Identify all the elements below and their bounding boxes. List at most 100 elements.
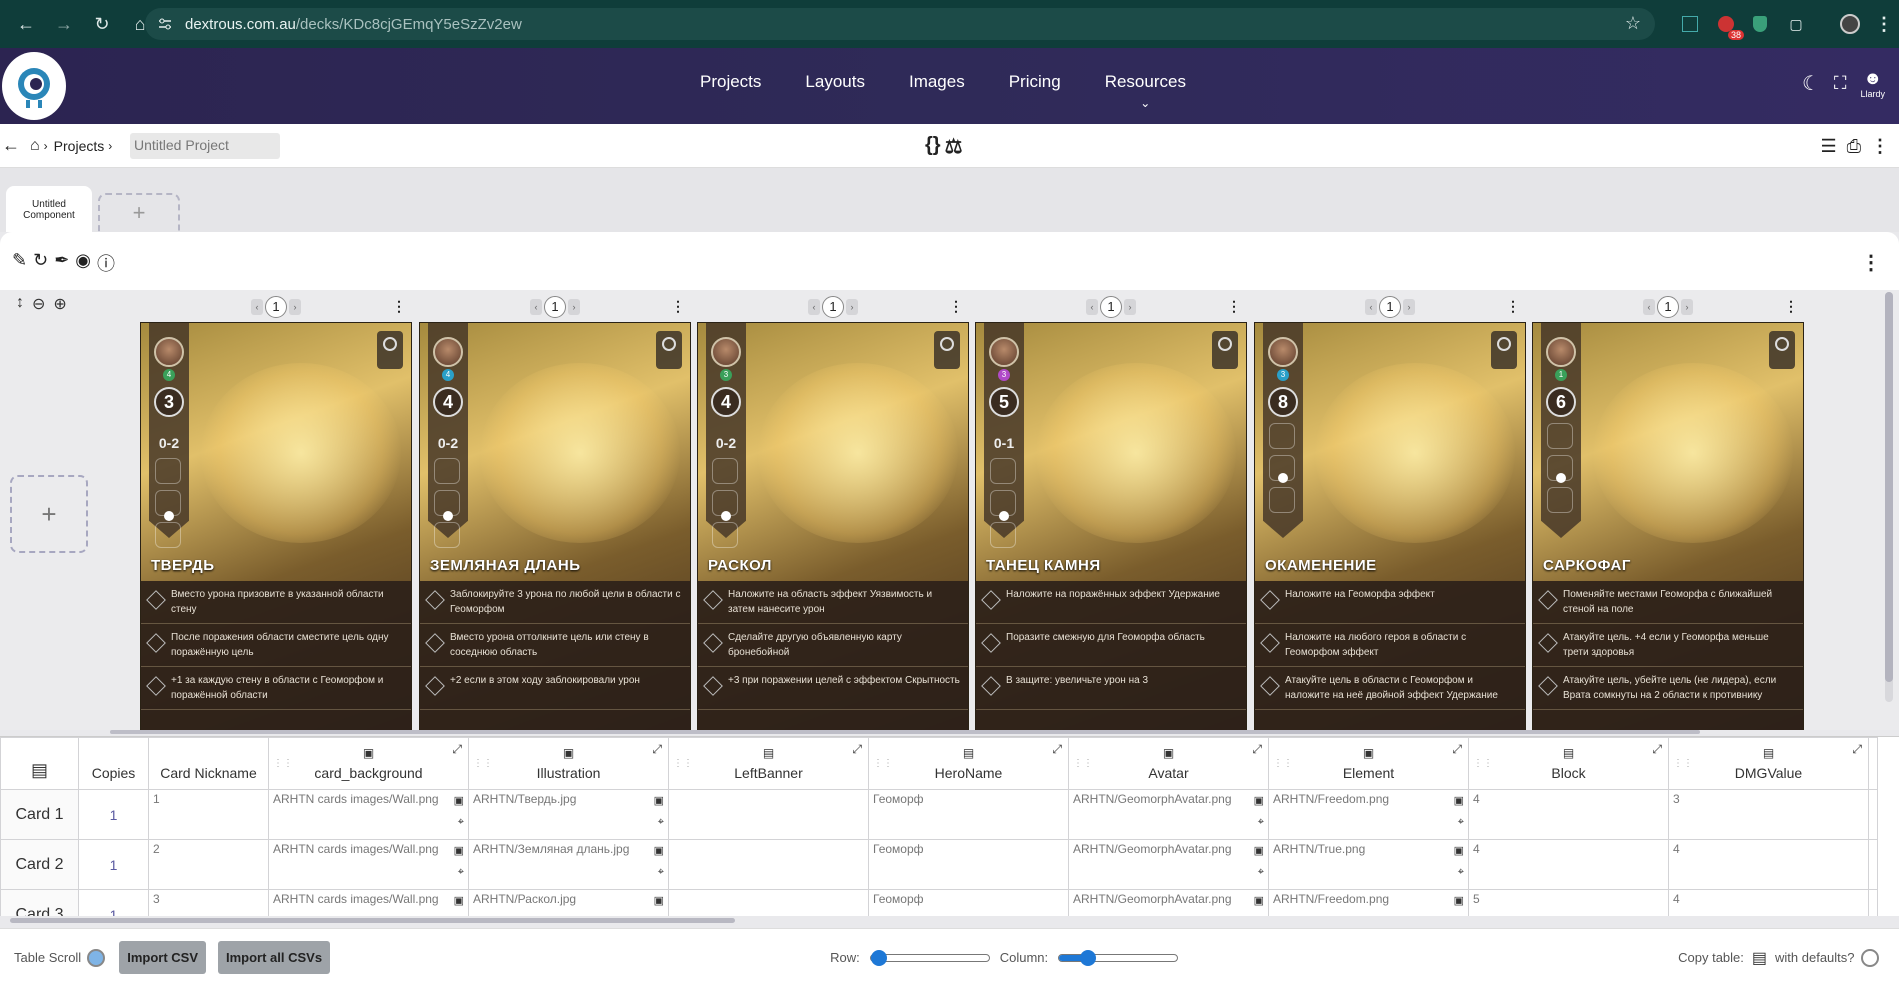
table-cell-avatar[interactable]: ARHTN/GeomorphAvatar.png▣⌖ xyxy=(1068,889,1269,916)
drag-grip-icon[interactable]: ⋮⋮ xyxy=(1673,758,1693,769)
more-vert-icon[interactable]: ⋮ xyxy=(1871,136,1889,157)
image-picker-icon[interactable]: ▣ xyxy=(1454,844,1464,857)
card-page-number[interactable]: 1 xyxy=(1379,296,1401,318)
chevron-left-icon[interactable]: ‹ xyxy=(808,299,820,315)
chevron-right-icon[interactable]: › xyxy=(1403,299,1415,315)
card-preview[interactable]: ‹ 1 › ⋮ 4 3 0-2 ТВЕРДЬ Вместо урона приз… xyxy=(140,296,412,730)
card-page-number[interactable]: 1 xyxy=(544,296,566,318)
with-defaults-toggle[interactable] xyxy=(1860,948,1879,967)
toolbar-more-icon[interactable]: ⋮ xyxy=(1861,250,1881,275)
tab-untitled-component[interactable]: Untitled Component xyxy=(6,186,92,232)
table-cell-card_background[interactable]: ARHTN cards images/Wall.png ▣ ⌖ xyxy=(268,789,469,840)
table-cell-nickname[interactable]: 2 xyxy=(148,839,269,890)
table-cell-nickname[interactable]: 1 xyxy=(148,789,269,840)
print-icon[interactable]: ⎙ xyxy=(1847,136,1861,157)
extensions-puzzle-icon[interactable]: ▢ xyxy=(1784,12,1808,36)
crop-icon[interactable]: ⌖ xyxy=(458,816,464,829)
table-cell-element[interactable]: ARHTN/True.png ▣ ⌖ xyxy=(1268,839,1469,890)
card-preview[interactable]: ‹ 1 › ⋮ 1 6 САРКОФАГ Поменяйте местами Г… xyxy=(1532,296,1804,730)
table-cell-element[interactable]: ARHTN/Freedom.png ▣ ⌖ xyxy=(1268,789,1469,840)
info-icon[interactable]: ⓘ xyxy=(97,250,115,276)
table-cell-hero[interactable]: Геоморф xyxy=(868,789,1069,840)
forward-icon[interactable]: → xyxy=(52,12,76,36)
copy-table-icon[interactable]: ▤ xyxy=(1752,948,1767,968)
crop-icon[interactable]: ⌖ xyxy=(1458,816,1464,829)
nav-projects[interactable]: Projects xyxy=(700,72,761,92)
chevron-right-icon[interactable]: › xyxy=(846,299,858,315)
code-braces-icon[interactable]: {} xyxy=(925,134,941,159)
image-picker-icon[interactable]: ▣ xyxy=(1454,894,1464,907)
expand-column-icon[interactable]: ⤢ xyxy=(452,742,462,757)
slider-knob[interactable] xyxy=(870,949,887,966)
card-preview[interactable]: ‹ 1 › ⋮ 3 5 0-1 ТАНЕЦ КАМНЯ Наложите на … xyxy=(975,296,1247,730)
site-info-icon[interactable] xyxy=(157,16,173,32)
chevron-right-icon[interactable]: › xyxy=(568,299,580,315)
image-picker-icon[interactable]: ▣ xyxy=(654,794,664,807)
table-cell-nickname[interactable]: 3 xyxy=(148,889,269,916)
header-dmg-value[interactable]: ⋮⋮ ▤ ⤢ DMGValue xyxy=(1668,737,1869,790)
reload-icon[interactable]: ↻ xyxy=(90,12,114,36)
table-menu-icon[interactable]: ▤ xyxy=(31,760,48,780)
slider-knob[interactable] xyxy=(1079,949,1096,966)
back-arrow-icon[interactable]: ← xyxy=(2,135,20,156)
row-slider[interactable] xyxy=(869,949,990,966)
table-cell-illustration[interactable]: ARHTN/Земляная длань.jpg ▣ ⌖ xyxy=(468,839,669,890)
column-slider[interactable] xyxy=(1058,949,1179,966)
header-block[interactable]: ⋮⋮ ▤ ⤢ Block xyxy=(1468,737,1669,790)
extension-badge-icon[interactable]: 38 xyxy=(1714,12,1744,40)
header-left-banner[interactable]: ⋮⋮ ▤ ⤢ LeftBanner xyxy=(668,737,869,790)
chevron-right-icon[interactable]: › xyxy=(1681,299,1693,315)
expand-column-icon[interactable]: ⤢ xyxy=(1252,742,1262,757)
import-csv-button[interactable]: Import CSV xyxy=(119,941,206,974)
row-label[interactable]: Card 1 xyxy=(0,789,79,840)
image-picker-icon[interactable]: ▣ xyxy=(454,844,464,857)
image-picker-icon[interactable]: ▣ xyxy=(1454,794,1464,807)
image-picker-icon[interactable]: ▣ xyxy=(1254,844,1264,857)
chevron-left-icon[interactable]: ‹ xyxy=(1086,299,1098,315)
expand-column-icon[interactable]: ⤢ xyxy=(652,742,662,757)
image-picker-icon[interactable]: ▣ xyxy=(654,844,664,857)
extension-shield-icon[interactable] xyxy=(1748,12,1772,36)
image-picker-icon[interactable]: ▣ xyxy=(454,894,464,907)
crop-icon[interactable]: ⌖ xyxy=(1258,816,1264,829)
table-cell-dmg[interactable]: 3 xyxy=(1668,789,1869,840)
crop-icon[interactable]: ⌖ xyxy=(1458,866,1464,879)
zoom-in-icon[interactable]: ⊕ xyxy=(53,294,66,314)
preview-eye-icon[interactable]: ◉ xyxy=(75,250,91,276)
drag-grip-icon[interactable]: ⋮⋮ xyxy=(1473,758,1493,769)
table-cell-left_banner[interactable] xyxy=(668,889,869,916)
card-page-number[interactable]: 1 xyxy=(1100,296,1122,318)
card-more-icon[interactable]: ⋮ xyxy=(949,298,963,315)
header-element[interactable]: ⋮⋮ ▣ ⤢ Element xyxy=(1268,737,1469,790)
canvas-vertical-scrollbar[interactable] xyxy=(1885,292,1893,702)
row-label[interactable]: Card 2 xyxy=(0,839,79,890)
card-more-icon[interactable]: ⋮ xyxy=(1784,298,1798,315)
table-cell-left_banner[interactable] xyxy=(668,839,869,890)
table-cell-next[interactable] xyxy=(1868,889,1878,916)
table-cell-copies[interactable]: 1 xyxy=(78,889,149,916)
profile-avatar[interactable] xyxy=(1838,12,1862,36)
drag-grip-icon[interactable]: ⋮⋮ xyxy=(873,758,893,769)
chevron-left-icon[interactable]: ‹ xyxy=(1365,299,1377,315)
header-next-column[interactable] xyxy=(1868,737,1878,790)
table-horizontal-scrollbar[interactable] xyxy=(0,918,1899,926)
add-card-button[interactable]: + xyxy=(10,475,88,553)
image-picker-icon[interactable]: ▣ xyxy=(454,794,464,807)
table-cell-illustration[interactable]: ARHTN/Раскол.jpg▣⌖ xyxy=(468,889,669,916)
nav-resources[interactable]: Resources ⌄ xyxy=(1105,72,1186,110)
table-scroll-toggle[interactable] xyxy=(87,948,106,967)
chevron-left-icon[interactable]: ‹ xyxy=(1643,299,1655,315)
table-cell-dmg[interactable]: 4 xyxy=(1668,839,1869,890)
home-crumb-icon[interactable]: ⌂ xyxy=(30,137,40,155)
card-more-icon[interactable]: ⋮ xyxy=(1227,298,1241,315)
table-cell-dmg[interactable]: 4 xyxy=(1668,889,1869,916)
image-picker-icon[interactable]: ▣ xyxy=(1254,794,1264,807)
card-page-number[interactable]: 1 xyxy=(1657,296,1679,318)
card-preview[interactable]: ‹ 1 › ⋮ 4 4 0-2 ЗЕМЛЯНАЯ ДЛАНЬ Заблокиру… xyxy=(419,296,691,730)
drag-grip-icon[interactable]: ⋮⋮ xyxy=(673,758,693,769)
row-label[interactable]: Card 3 xyxy=(0,889,79,916)
app-logo[interactable] xyxy=(2,52,66,120)
zoom-out-icon[interactable]: ⊖ xyxy=(32,294,45,314)
expand-column-icon[interactable]: ⤢ xyxy=(1052,742,1062,757)
table-cell-illustration[interactable]: ARHTN/Твердь.jpg ▣ ⌖ xyxy=(468,789,669,840)
